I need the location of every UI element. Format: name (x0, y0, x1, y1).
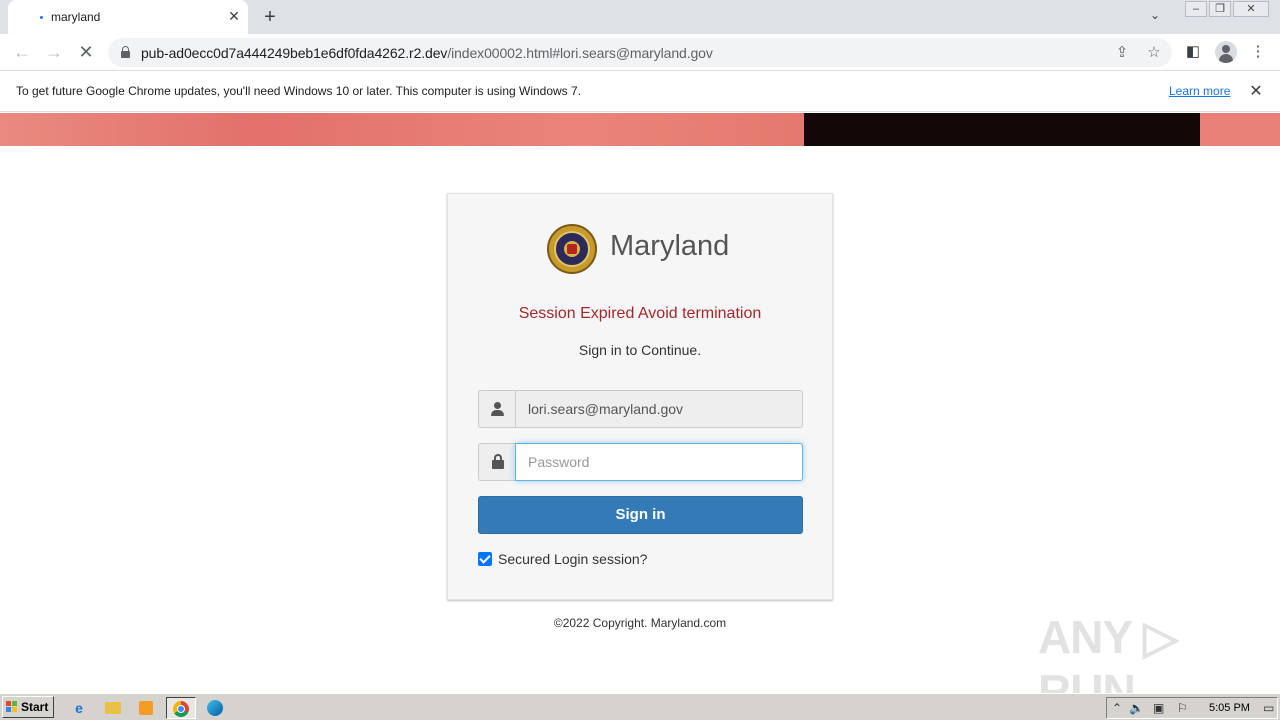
url-text[interactable]: pub-ad0ecc0d7a444249beb1e6df0fda4262.r2.… (141, 45, 713, 61)
email-addon (478, 390, 515, 428)
email-field[interactable] (515, 390, 803, 428)
network-icon[interactable]: ▣ (1153, 701, 1164, 715)
profile-avatar-icon[interactable] (1215, 41, 1237, 63)
infobar-close-icon[interactable]: ✕ (1247, 81, 1265, 101)
action-center-flag-icon[interactable]: ⚐ (1177, 701, 1188, 715)
close-window-button[interactable]: ✕ (1233, 1, 1269, 17)
tab-strip: maryland ✕ + ⌄ – ❐ ✕ (0, 0, 1280, 34)
session-expired-message: Session Expired Avoid termination (518, 305, 762, 322)
banner-right-block (1200, 113, 1280, 146)
email-field-group (478, 390, 803, 428)
close-tab-icon[interactable]: ✕ (226, 8, 242, 24)
media-player-icon[interactable] (135, 697, 157, 719)
loading-dot-icon (40, 16, 43, 19)
password-field[interactable] (515, 443, 803, 481)
start-label: Start (21, 700, 49, 714)
lock-icon[interactable] (121, 46, 130, 58)
chrome-taskbar-icon[interactable] (166, 697, 196, 719)
start-button[interactable]: Start (2, 696, 54, 718)
signin-button[interactable]: Sign in (478, 496, 803, 534)
windows-taskbar: Start e ⌃ 🔈 ▣ ⚐ 5:05 PM ▭ (0, 693, 1280, 720)
user-icon (491, 402, 505, 416)
padlock-icon (492, 454, 504, 469)
taskbar-clock[interactable]: 5:05 PM (1209, 702, 1250, 714)
browser-tab[interactable]: maryland ✕ (8, 0, 248, 34)
edge-icon[interactable] (204, 697, 226, 719)
url-host: pub-ad0ecc0d7a444249beb1e6df0fda4262.r2.… (141, 45, 448, 61)
back-button[interactable]: ← (10, 40, 34, 64)
update-infobar: To get future Google Chrome updates, you… (0, 71, 1280, 112)
copyright-text: ©2022 Copyright. Maryland.com (553, 616, 727, 630)
minimize-button[interactable]: – (1185, 1, 1207, 17)
restore-button[interactable]: ❐ (1209, 1, 1231, 17)
show-desktop-icon[interactable]: ▭ (1263, 701, 1274, 715)
tab-search-chevron-icon[interactable]: ⌄ (1150, 8, 1160, 22)
share-icon[interactable]: ⇪ (1112, 43, 1132, 63)
tab-title: maryland (51, 10, 101, 24)
password-field-group (478, 443, 803, 481)
maryland-seal-logo (547, 224, 597, 274)
address-bar[interactable]: pub-ad0ecc0d7a444249beb1e6df0fda4262.r2.… (108, 38, 1172, 67)
file-explorer-icon[interactable] (102, 697, 124, 719)
stop-loading-button[interactable]: ✕ (74, 40, 98, 64)
url-path: /index00002.html#lori.sears@maryland.gov (447, 45, 713, 61)
banner-dark-block (804, 113, 1200, 146)
system-tray: ⌃ 🔈 ▣ ⚐ 5:05 PM ▭ (1106, 697, 1278, 719)
menu-kebab-icon[interactable]: ⋮ (1248, 42, 1268, 62)
new-tab-button[interactable]: + (258, 6, 282, 28)
windows-flag-icon (6, 701, 18, 713)
secured-session-checkbox[interactable] (478, 552, 492, 566)
signin-subtitle: Sign in to Continue. (578, 342, 702, 358)
volume-icon[interactable]: 🔈 (1129, 701, 1144, 715)
learn-more-link[interactable]: Learn more (1169, 84, 1230, 98)
forward-button[interactable]: → (42, 40, 66, 64)
internet-explorer-icon[interactable]: e (68, 697, 90, 719)
show-hidden-icons-icon[interactable]: ⌃ (1112, 701, 1122, 715)
secured-session-label[interactable]: Secured Login session? (498, 551, 647, 567)
browser-toolbar: ← → ✕ pub-ad0ecc0d7a444249beb1e6df0fda42… (0, 34, 1280, 71)
bookmark-star-icon[interactable]: ☆ (1144, 43, 1164, 63)
password-addon (478, 443, 515, 481)
infobar-message: To get future Google Chrome updates, you… (16, 84, 582, 98)
login-card: Maryland Session Expired Avoid terminati… (447, 193, 833, 600)
side-panel-icon[interactable]: ◧ (1183, 42, 1203, 62)
brand-name: Maryland (610, 230, 730, 262)
